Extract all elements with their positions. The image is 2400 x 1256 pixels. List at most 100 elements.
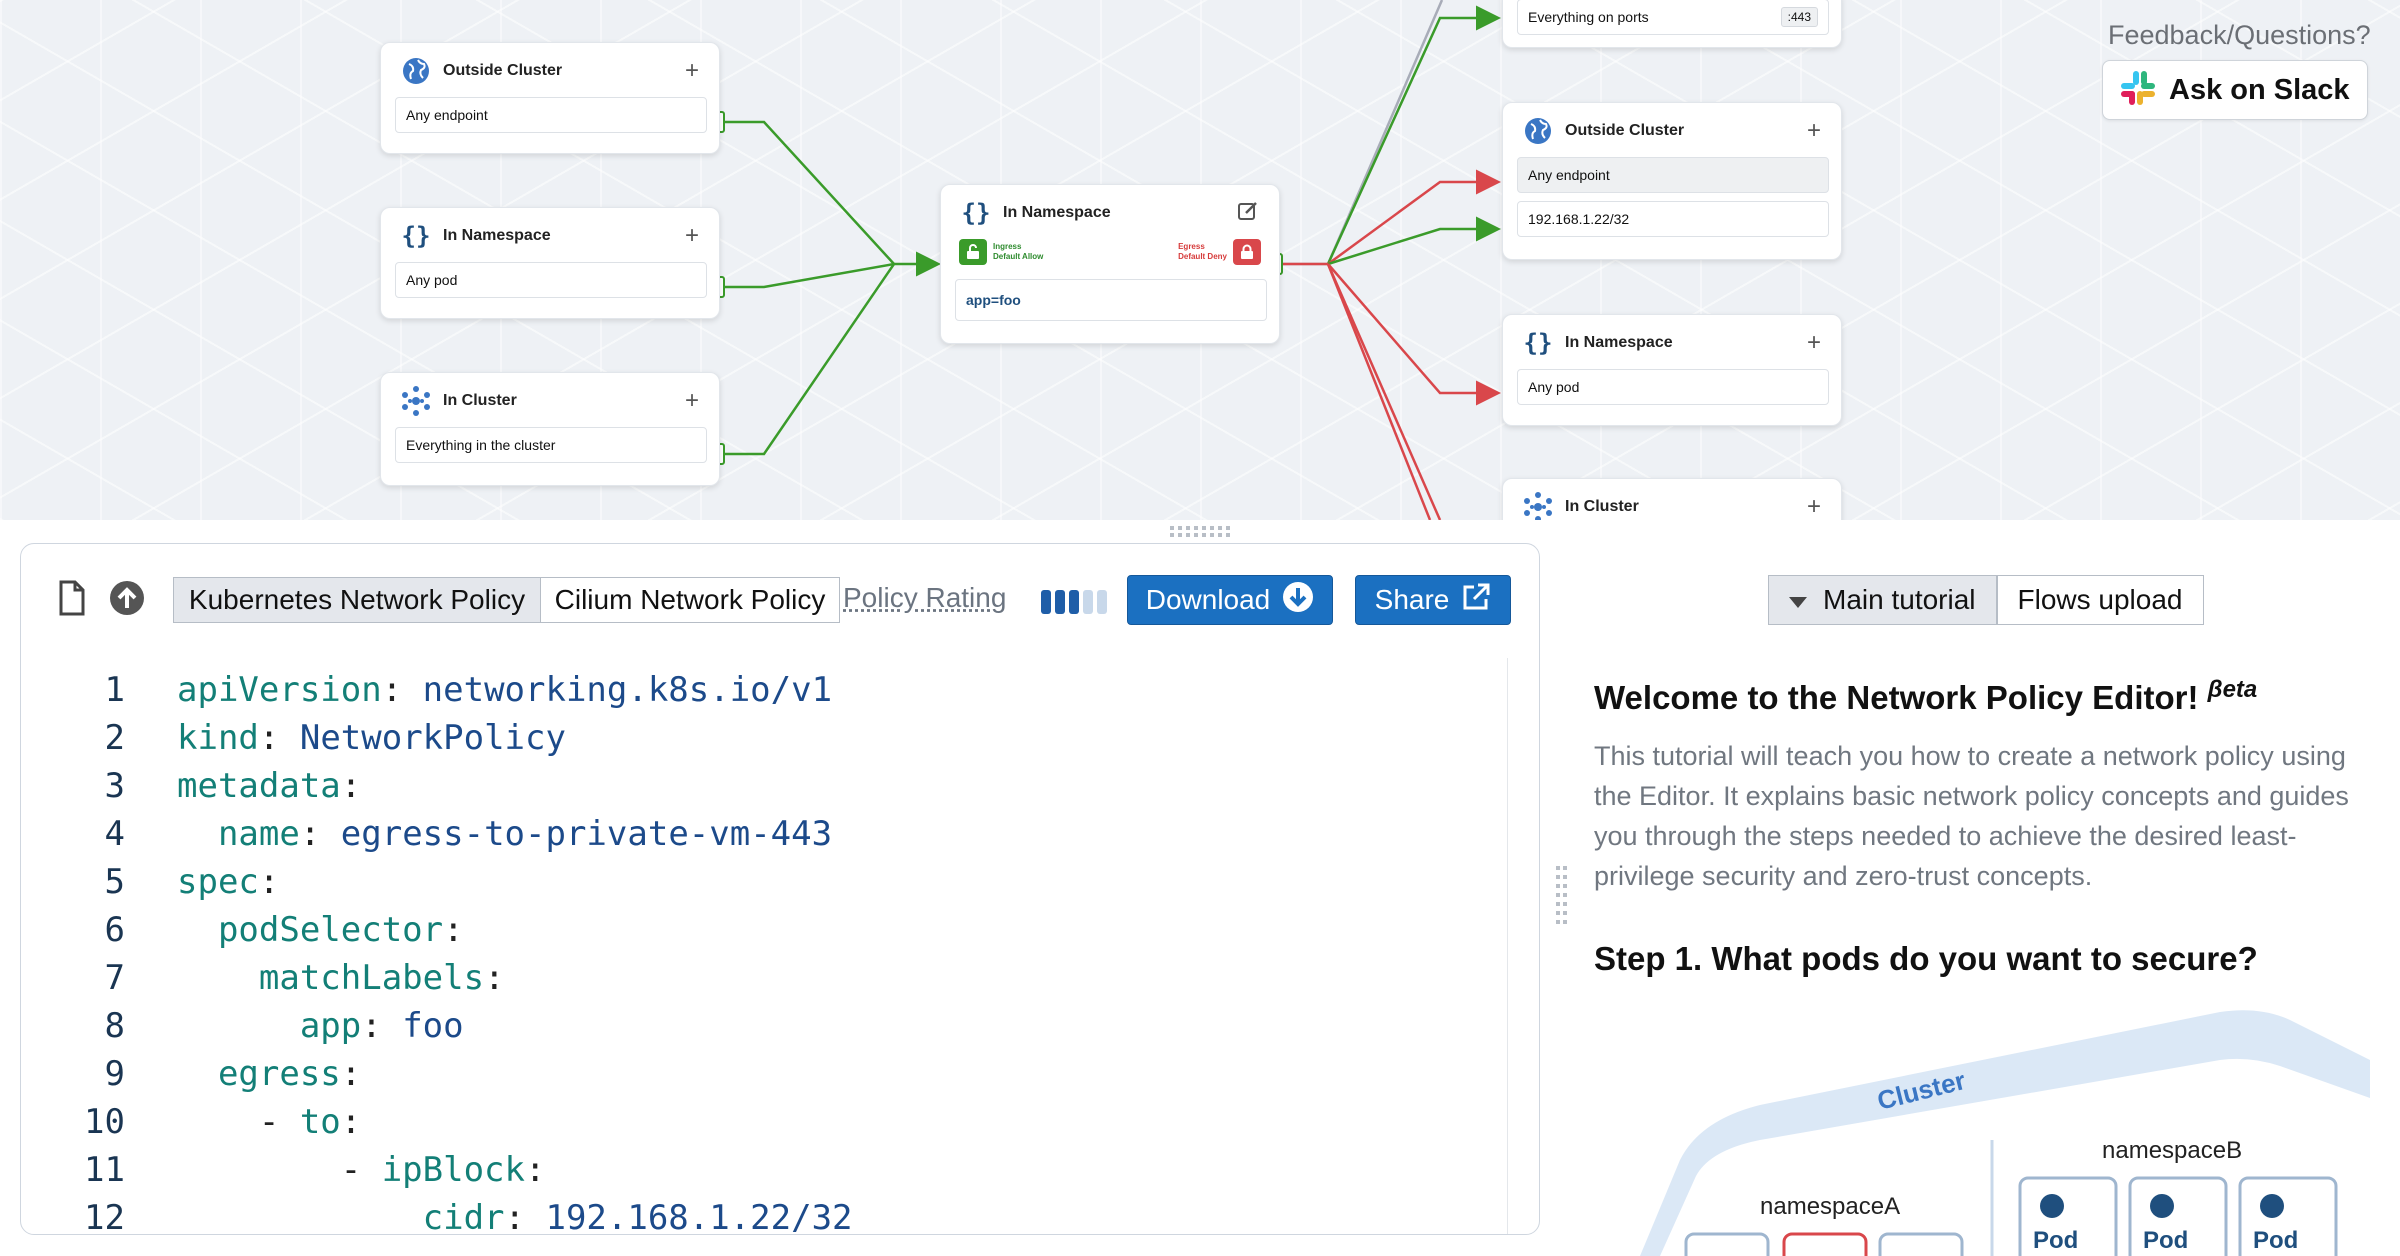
ingress-toggle[interactable]: Ingress Default Allow	[959, 239, 1043, 265]
add-rule-button[interactable]: +	[685, 389, 699, 413]
line-number: 2	[104, 718, 125, 758]
yaml-editor-panel: Kubernetes Network Policy Cilium Network…	[20, 543, 1540, 1235]
add-rule-button[interactable]: +	[1807, 331, 1821, 355]
add-rule-button[interactable]: +	[1807, 495, 1821, 519]
upload-icon[interactable]	[109, 580, 145, 621]
download-label: Download	[1145, 584, 1271, 615]
step-heading: Step 1. What pods do you want to secure?	[1594, 940, 2258, 977]
code-line[interactable]: 8 app: foo	[21, 1002, 1507, 1050]
code-line[interactable]: 6 podSelector:	[21, 906, 1507, 954]
panel-resize-handle-vertical[interactable]	[1556, 866, 1568, 930]
tab-cilium-network-policy[interactable]: Cilium Network Policy	[540, 577, 840, 623]
code-text: kind: NetworkPolicy	[177, 714, 566, 762]
yaml-key: cidr	[422, 1198, 505, 1235]
external-link-icon	[1461, 582, 1491, 619]
egress-card-ports[interactable]: Everything on ports :443	[1502, 0, 1842, 48]
beta-badge: βeta	[2207, 676, 2258, 703]
code-line[interactable]: 9 egress:	[21, 1050, 1507, 1098]
yaml-colon: :	[299, 814, 341, 854]
yaml-value: networking.k8s.io/v1	[422, 670, 833, 710]
tab-flows-upload[interactable]: Flows upload	[1996, 575, 2204, 625]
braces-icon: {}	[1523, 329, 1553, 357]
new-file-icon[interactable]	[57, 580, 87, 621]
yaml-colon: :	[381, 670, 423, 710]
policy-graph-canvas[interactable]: Outside Cluster + Any endpoint {} In Nam…	[0, 0, 2400, 520]
yaml-colon: :	[504, 1198, 546, 1235]
tutorial-title: Welcome to the Network Policy Editor! βe…	[1594, 676, 2257, 717]
code-text: podSelector:	[177, 906, 464, 954]
card-field[interactable]: Any endpoint	[1517, 157, 1829, 193]
yaml-colon: :	[361, 1006, 403, 1046]
ingress-card-in-cluster[interactable]: In Cluster + Everything in the cluster	[380, 372, 720, 486]
card-field[interactable]: Any endpoint	[395, 97, 707, 133]
egress-card-in-namespace[interactable]: {} In Namespace + Any pod	[1502, 314, 1842, 426]
code-line[interactable]: 4 name: egress-to-private-vm-443	[21, 810, 1507, 858]
share-label: Share	[1374, 584, 1450, 615]
card-field-cidr[interactable]: 192.168.1.22/32	[1517, 201, 1829, 237]
yaml-key: app	[299, 1006, 362, 1046]
card-field[interactable]: Any pod	[395, 262, 707, 298]
egress-card-outside-cluster[interactable]: Outside Cluster + Any endpoint 192.168.1…	[1502, 102, 1842, 260]
code-text: metadata:	[177, 762, 361, 810]
yaml-value: 192.168.1.22/32	[545, 1198, 853, 1235]
yaml-key: name	[217, 814, 300, 854]
edit-icon[interactable]	[1237, 200, 1259, 227]
ports-field[interactable]: Everything on ports :443	[1517, 0, 1829, 35]
code-line[interactable]: 11 - ipBlock:	[21, 1146, 1507, 1194]
egress-toggle[interactable]: Egress Default Deny	[1178, 239, 1261, 265]
yaml-colon: :	[340, 766, 362, 806]
code-line[interactable]: 3 metadata:	[21, 762, 1507, 810]
yaml-value: foo	[402, 1006, 464, 1046]
tab-main-tutorial[interactable]: Main tutorial	[1768, 575, 1997, 625]
code-area[interactable]: 1 apiVersion: networking.k8s.io/v1 2 kind: …	[21, 658, 1508, 1235]
download-icon	[1282, 581, 1314, 620]
card-title: In Cluster	[443, 392, 517, 409]
yaml-colon: :	[258, 718, 300, 758]
ask-on-slack-button[interactable]: Ask on Slack	[2102, 60, 2368, 120]
cluster-icon	[399, 384, 433, 418]
code-indent: -	[177, 1102, 300, 1142]
feedback-text: Feedback/Questions?	[2108, 20, 2371, 50]
egress-label: Egress	[1178, 242, 1205, 251]
code-text: - to:	[177, 1098, 361, 1146]
card-field[interactable]: Everything in the cluster	[395, 427, 707, 463]
download-button[interactable]: Download	[1127, 575, 1333, 625]
yaml-key: kind	[177, 718, 259, 758]
add-rule-button[interactable]: +	[685, 59, 699, 83]
tutorial-intro: This tutorial will teach you how to crea…	[1594, 741, 2349, 891]
code-line[interactable]: 2 kind: NetworkPolicy	[21, 714, 1507, 762]
line-number: 10	[84, 1102, 125, 1142]
policy-rating-label[interactable]: Policy Rating	[843, 582, 1006, 614]
code-indent: -	[177, 1150, 382, 1190]
code-line[interactable]: 10 - to:	[21, 1098, 1507, 1146]
share-button[interactable]: Share	[1355, 575, 1511, 625]
panel-resize-handle[interactable]	[1170, 526, 1230, 538]
yaml-key: podSelector	[217, 910, 444, 950]
code-text: cidr: 192.168.1.22/32	[177, 1194, 853, 1235]
code-text: egress:	[177, 1050, 361, 1098]
ingress-card-in-namespace[interactable]: {} In Namespace + Any pod	[380, 207, 720, 319]
policy-card-in-namespace[interactable]: {} In Namespace Ingress Default Allow Eg…	[940, 184, 1280, 344]
ingress-status: Default Allow	[993, 252, 1044, 261]
tab-kubernetes-network-policy[interactable]: Kubernetes Network Policy	[173, 577, 541, 623]
pod-selector-field[interactable]: app=foo	[955, 279, 1267, 321]
tutorial-title-text: Welcome to the Network Policy Editor!	[1594, 679, 2199, 716]
add-rule-button[interactable]: +	[685, 224, 699, 248]
ingress-label: Ingress	[993, 242, 1022, 251]
ingress-card-outside-cluster[interactable]: Outside Cluster + Any endpoint	[380, 42, 720, 154]
card-field[interactable]: Any pod	[1517, 369, 1829, 405]
code-line[interactable]: 1 apiVersion: networking.k8s.io/v1	[21, 666, 1507, 714]
add-rule-button[interactable]: +	[1807, 119, 1821, 143]
yaml-key: to	[299, 1102, 341, 1142]
code-line[interactable]: 12 cidr: 192.168.1.22/32	[21, 1194, 1507, 1235]
code-line[interactable]: 5 spec:	[21, 858, 1507, 906]
egress-card-in-cluster[interactable]: In Cluster +	[1502, 478, 1842, 520]
code-line[interactable]: 7 matchLabels:	[21, 954, 1507, 1002]
line-number: 5	[104, 862, 125, 902]
braces-icon: {}	[961, 199, 991, 227]
braces-icon: {}	[401, 222, 431, 250]
egress-status: Default Deny	[1178, 252, 1227, 261]
